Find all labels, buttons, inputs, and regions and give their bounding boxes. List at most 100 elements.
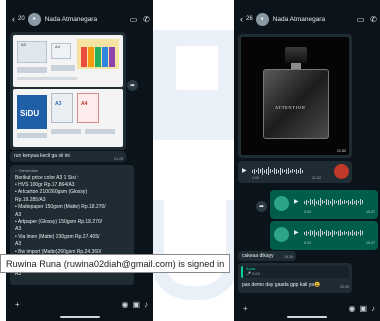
attach-plus-icon[interactable]: + [243,304,248,313]
voice-waveform[interactable] [304,229,364,237]
message-time: 21.25 [114,157,123,161]
paper-stack-image[interactable]: A3 A4 [13,35,123,87]
outgoing-voice-message[interactable]: ▶ 0:24 19.27 [270,221,378,250]
attach-plus-icon[interactable]: + [15,300,20,309]
waveform-bar [346,201,347,203]
play-icon[interactable]: ▶ [294,229,299,236]
waveform-bar [322,231,323,235]
waveform-bar [322,200,323,204]
waveform-bar [300,168,301,174]
a4-sticker-label: A4 [81,101,88,107]
message-input-bar[interactable]: + ◉ ▣ ♪ [6,296,153,312]
bottle-cap [285,47,307,63]
bottle-body [263,69,329,139]
back-icon[interactable]: ‹ [237,14,246,24]
video-call-icon[interactable]: ▭ [354,15,367,24]
waveform-bar [336,201,337,203]
waveform-bar [276,168,277,174]
waveform-bar [306,230,307,236]
price-line: A3 [15,226,22,233]
caption-text: run kenyaa kecil ga sii ini [14,153,70,159]
contact-name[interactable]: Nada Atmanegara [45,16,127,23]
waveform-bar [274,168,275,174]
image-icon[interactable]: ▣ [132,300,140,309]
waveform-bar [308,232,309,234]
camera-icon[interactable]: ◉ [348,304,355,313]
video-call-icon[interactable]: ▭ [127,15,140,24]
waveform-bar [338,230,339,236]
voice-duration: 0:24 [304,241,311,245]
voice-waveform[interactable] [252,167,304,175]
waveform-bar [346,232,347,234]
play-icon[interactable]: ▶ [294,198,299,205]
waveform-bar [340,199,341,205]
mic-icon[interactable]: ♪ [144,300,148,309]
waveform-bar [280,167,281,175]
voice-waveform[interactable] [304,198,364,206]
waveform-bar [358,232,359,234]
waveform-bar [320,229,321,237]
waveform-bar [314,229,315,237]
waveform-bar [360,199,361,205]
waveform-bar [258,168,259,174]
price-line: • Artcarton 210/260gsm (Glossy) [15,189,88,196]
perfume-image-message[interactable]: ATTENTION 21.52 [238,34,352,158]
waveform-bar [362,231,363,235]
voice-duration: 0:24 [304,210,311,214]
message-time: 21.52 [337,149,346,153]
quoted-message[interactable]: Anda 🎤 0:24 [241,266,349,278]
perfume-bottle-image[interactable]: ATTENTION 21.52 [241,37,349,155]
waveform-bar [348,199,349,205]
waveform-bar [252,169,253,173]
background-logo-arc [150,200,240,300]
waveform-bar [292,169,293,173]
waveform-bar [294,170,295,172]
forward-icon[interactable]: ➦ [127,80,138,91]
back-icon[interactable]: ‹ [9,14,18,24]
a3-label: A3 [21,42,26,47]
waveform-bar [352,199,353,205]
outgoing-voice-message[interactable]: ▶ 0:24 19.27 [270,190,378,219]
voice-call-icon[interactable]: ✆ [140,15,153,24]
waveform-bar [290,169,291,173]
mic-icon[interactable]: ♪ [371,304,375,313]
message-time: 20.09 [340,285,349,289]
camera-icon[interactable]: ◉ [121,300,128,309]
contact-avatar[interactable]: ● [27,12,41,26]
waveform-bar [266,168,267,174]
waveform-bar [296,168,297,174]
text-message[interactable]: cakeaa dikayy 19.28 [238,251,296,261]
waveform-bar [332,198,333,206]
waveform-bar [338,199,339,205]
price-intro: Berikut price color A3 1 Sisi : [15,175,79,181]
a3-sticker-label: A3 [55,101,62,107]
waveform-bar [354,200,355,204]
voice-call-icon[interactable]: ✆ [367,15,380,24]
background-logo-cutout [176,46,218,90]
image-icon[interactable]: ▣ [359,304,367,313]
waveform-bar [328,230,329,236]
forward-icon[interactable]: ➦ [256,201,267,212]
right-phone-screen: ‹ 26 ● Nada Atmanegara ▭ ✆ ATTENTION 21.… [234,0,380,321]
waveform-bar [254,168,255,174]
waveform-bar [308,201,309,203]
contact-name[interactable]: Nada Atmanegara [273,16,354,23]
contact-avatar[interactable]: ● [255,12,269,26]
signed-in-tooltip: Ruwina Runa (ruwina02diah@gmail.com) is … [0,254,231,273]
caption-message[interactable]: run kenyaa kecil ga sii ini 21.25 [10,151,126,162]
paper-products-image[interactable]: SiDU A3 A4 [13,89,123,147]
waveform-bar [350,231,351,235]
image-message[interactable]: A3 A4 SiDU A3 A4 [10,32,126,150]
play-icon[interactable]: ▶ [242,167,247,174]
waveform-bar [282,169,283,173]
price-line: • HVS 100gr Rp.17.864/A3 [15,182,75,188]
reply-message[interactable]: Anda 🎤 0:24 pas demo day gaada gpp kali … [238,263,352,293]
price-line: • Artpaper (Glossy) 150gsm Rp.18.270/ [15,219,103,225]
waveform-bar [334,200,335,204]
sidu-logo-text: SiDU [20,109,40,118]
waveform-bar [358,201,359,203]
incoming-voice-message[interactable]: ▶ 1:00 21.52 [238,161,352,183]
message-time: 21.52 [312,176,321,180]
price-line: • Mattepaper 150gsm (Matte) Rp.18.270/ [15,204,106,211]
message-input-bar[interactable]: + ◉ ▣ ♪ [234,300,380,316]
